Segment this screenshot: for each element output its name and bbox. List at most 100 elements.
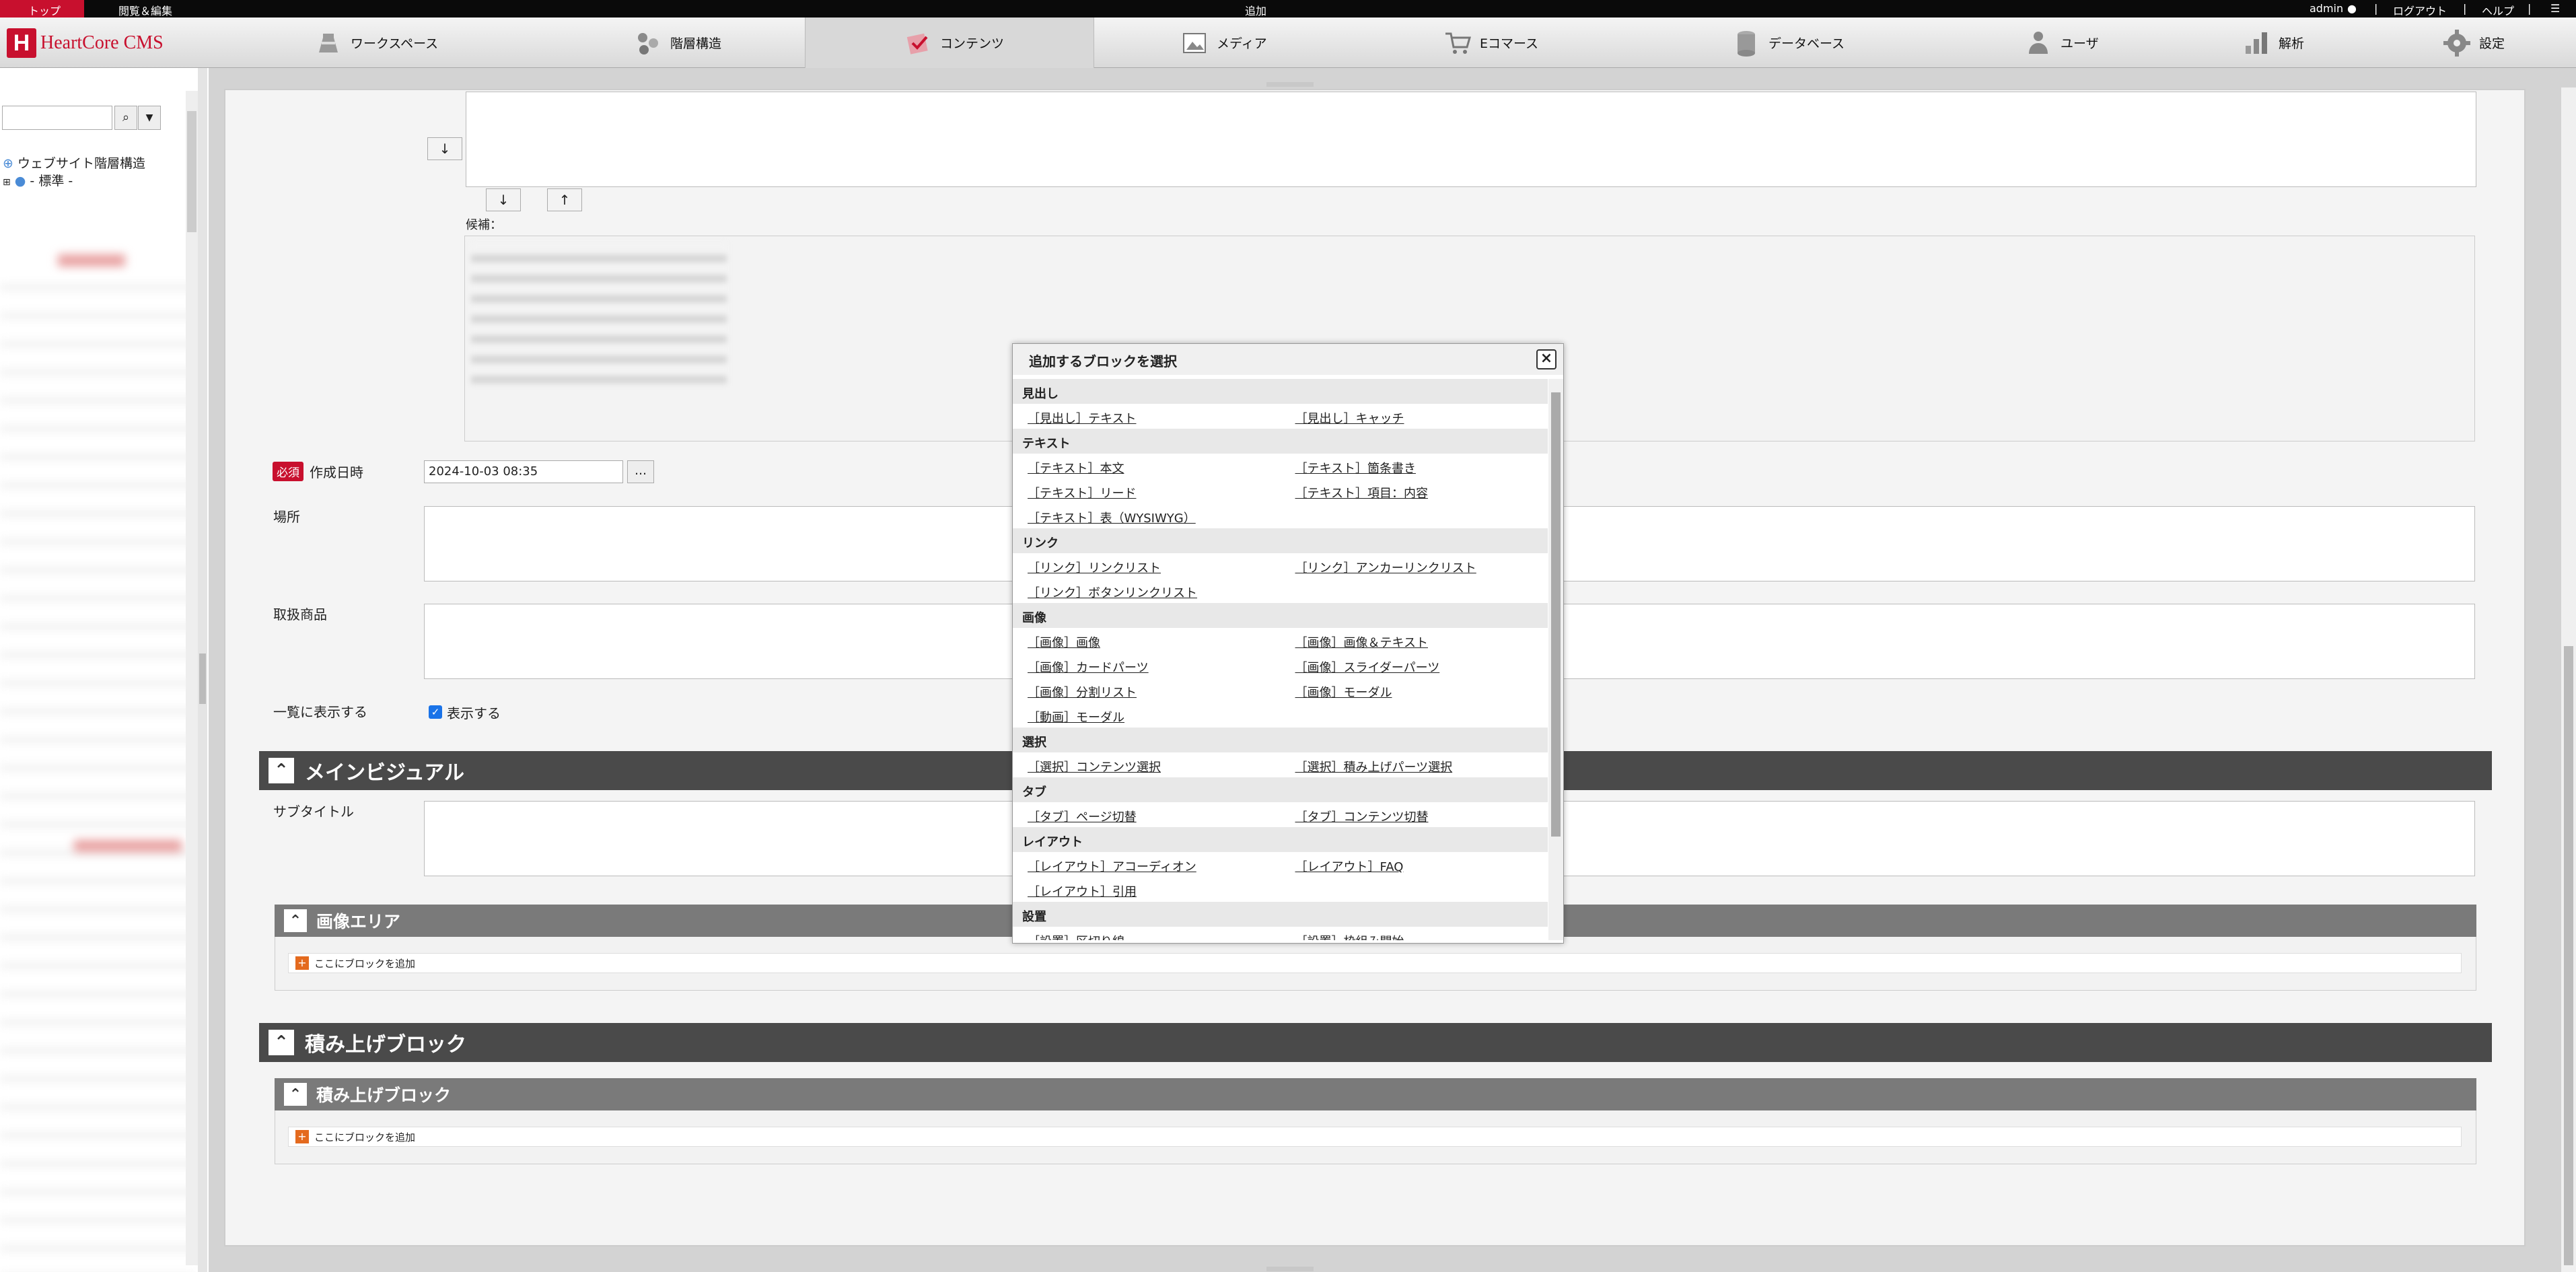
- place-label: 場所: [273, 509, 300, 525]
- created-date-field[interactable]: 2024-10-03 08:35: [424, 460, 623, 483]
- logo-mark: H: [7, 28, 36, 58]
- block-option-link[interactable]: ［選択］コンテンツ選択: [1013, 752, 1281, 777]
- nav-settings[interactable]: 設定: [2441, 17, 2505, 68]
- block-row: ［選択］コンテンツ選択 ［選択］積み上げパーツ選択: [1013, 752, 1548, 777]
- block-option-link[interactable]: ［見出し］キャッチ: [1281, 404, 1548, 429]
- subtitle-label: サブタイトル: [273, 804, 354, 820]
- logo-text: HeartCore CMS: [40, 32, 164, 53]
- tree-child[interactable]: ⊞ ● - 標準 -: [3, 171, 73, 189]
- block-row: ［レイアウト］引用: [1013, 877, 1548, 902]
- list-display-checkbox[interactable]: ✓: [429, 705, 442, 719]
- close-icon[interactable]: ×: [1536, 349, 1557, 369]
- tree-blurred: [0, 263, 195, 1272]
- date-picker-button[interactable]: ...: [627, 460, 654, 483]
- view-edit-link[interactable]: 閲覧＆編集: [118, 2, 172, 18]
- right-scrollbar[interactable]: [2561, 87, 2576, 1272]
- stack-block-header[interactable]: ⌃ 積み上げブロック: [259, 1023, 2492, 1062]
- chevron-up-icon[interactable]: ⌃: [284, 1083, 307, 1106]
- tree-root-label: ウェブサイト階層構造: [17, 156, 145, 171]
- resize-grip[interactable]: [1266, 1267, 1314, 1271]
- block-option-link[interactable]: ［テキスト］本文: [1013, 454, 1281, 479]
- tree-root[interactable]: ⊕ ウェブサイト階層構造: [3, 153, 145, 172]
- block-option-link[interactable]: ［タブ］コンテンツ切替: [1281, 802, 1548, 827]
- nav-ecommerce[interactable]: Eコマース: [1442, 17, 1538, 68]
- add-block-area[interactable]: + ここにブロックを追加: [288, 953, 2462, 973]
- nav-content[interactable]: コンテンツ: [805, 17, 1094, 68]
- block-row: ［動画］モーダル: [1013, 703, 1548, 728]
- resize-handle[interactable]: [199, 653, 206, 704]
- chevron-up-icon[interactable]: ⌃: [269, 1030, 294, 1055]
- nav-workspace[interactable]: ワークスペース: [313, 17, 438, 68]
- user-name[interactable]: admin: [2310, 2, 2343, 15]
- nav-analytics[interactable]: 解析: [2241, 17, 2304, 68]
- block-option-link[interactable]: ［画像］画像: [1013, 628, 1281, 653]
- scrollbar-thumb[interactable]: [1551, 392, 1561, 837]
- block-option-link[interactable]: ［選択］積み上げパーツ選択: [1281, 752, 1548, 777]
- block-option-link[interactable]: ［リンク］ボタンリンクリスト: [1013, 578, 1282, 603]
- block-option-link[interactable]: ［リンク］アンカーリンクリスト: [1281, 553, 1548, 578]
- modal-scrollbar[interactable]: [1548, 379, 1563, 940]
- block-option-link[interactable]: ［設置］枠組み開始: [1281, 927, 1548, 940]
- block-option-link[interactable]: ［テキスト］箇条書き: [1281, 454, 1548, 479]
- block-option-link[interactable]: ［見出し］テキスト: [1013, 404, 1281, 429]
- block-row: ［レイアウト］アコーディオン ［レイアウト］FAQ: [1013, 852, 1548, 877]
- nav-hierarchy[interactable]: 階層構造: [633, 17, 721, 68]
- block-category: タブ: [1013, 777, 1548, 802]
- content-icon: [902, 28, 933, 59]
- block-option-link[interactable]: ［テキスト］項目：内容: [1281, 479, 1548, 503]
- resize-grip[interactable]: [1266, 82, 1314, 87]
- block-option-link[interactable]: ［テキスト］リード: [1013, 479, 1281, 503]
- candidates-blurred: [471, 242, 727, 384]
- block-option-link[interactable]: ［画像］画像＆テキスト: [1281, 628, 1548, 653]
- nav-database[interactable]: データベース: [1731, 17, 1845, 68]
- add-block-label: ここにブロックを追加: [314, 957, 416, 970]
- move-down-button[interactable]: ↓: [427, 137, 462, 160]
- block-option-link[interactable]: ［レイアウト］引用: [1013, 877, 1282, 902]
- selected-list[interactable]: [466, 92, 2476, 187]
- move-down-button[interactable]: ↓: [486, 188, 521, 211]
- block-row: ［テキスト］本文 ［テキスト］箇条書き: [1013, 454, 1548, 479]
- search-icon[interactable]: ⌕: [114, 106, 137, 130]
- menu-icon[interactable]: ☰: [2550, 2, 2560, 15]
- block-option-link[interactable]: ［リンク］リンクリスト: [1013, 553, 1281, 578]
- block-option-link[interactable]: ［画像］スライダーパーツ: [1281, 653, 1548, 678]
- block-option-link[interactable]: ［レイアウト］FAQ: [1281, 852, 1548, 877]
- chevron-down-icon[interactable]: ▼: [138, 106, 161, 130]
- logout-link[interactable]: ログアウト: [2393, 2, 2447, 18]
- chevron-up-icon[interactable]: ⌃: [284, 909, 307, 932]
- media-icon: [1179, 28, 1210, 59]
- left-scrollbar[interactable]: [186, 91, 198, 1265]
- top-link[interactable]: トップ: [28, 2, 61, 18]
- nav-users[interactable]: ユーザ: [2023, 17, 2099, 68]
- list-display-label: 一覧に表示する: [273, 704, 367, 720]
- expand-icon[interactable]: ⊞: [3, 177, 11, 188]
- main-nav: H HeartCore CMS ワークスペース 階層構造 コンテンツ メディア …: [0, 17, 2576, 68]
- block-option-link[interactable]: ［テキスト］表（WYSIWYG）: [1013, 503, 1282, 528]
- block-option-link[interactable]: ［画像］分割リスト: [1013, 678, 1281, 703]
- nav-media[interactable]: メディア: [1179, 17, 1267, 68]
- window-title: 追加: [1245, 5, 1267, 17]
- block-option-link[interactable]: ［動画］モーダル: [1013, 703, 1282, 728]
- block-option-link[interactable]: ［レイアウト］アコーディオン: [1013, 852, 1281, 877]
- tree-blurred: [58, 254, 125, 267]
- block-row: ［テキスト］リード ［テキスト］項目：内容: [1013, 479, 1548, 503]
- stack-sub-header[interactable]: ⌃ 積み上げブロック: [275, 1078, 2476, 1110]
- section-title: メインビジュアル: [305, 761, 464, 785]
- block-option-link[interactable]: ［設置］区切り線: [1013, 927, 1281, 940]
- chevron-up-icon[interactable]: ⌃: [269, 758, 294, 783]
- block-option-link[interactable]: ［画像］モーダル: [1281, 678, 1548, 703]
- gear-icon: [2441, 28, 2472, 59]
- tree-search-input[interactable]: [2, 106, 112, 130]
- logo[interactable]: H HeartCore CMS: [7, 27, 164, 59]
- block-row: ［画像］画像 ［画像］画像＆テキスト: [1013, 628, 1548, 653]
- block-option-link[interactable]: ［画像］カードパーツ: [1013, 653, 1281, 678]
- left-panel: [0, 68, 209, 1272]
- scrollbar-thumb[interactable]: [2564, 646, 2573, 1265]
- add-block-area[interactable]: + ここにブロックを追加: [288, 1127, 2462, 1147]
- move-up-button[interactable]: ↑: [547, 188, 582, 211]
- panel-divider[interactable]: [198, 68, 207, 1272]
- block-option-link[interactable]: ［タブ］ページ切替: [1013, 802, 1281, 827]
- scrollbar-thumb[interactable]: [187, 111, 196, 232]
- analytics-icon: [2241, 28, 2272, 59]
- help-link[interactable]: ヘルプ: [2482, 2, 2514, 18]
